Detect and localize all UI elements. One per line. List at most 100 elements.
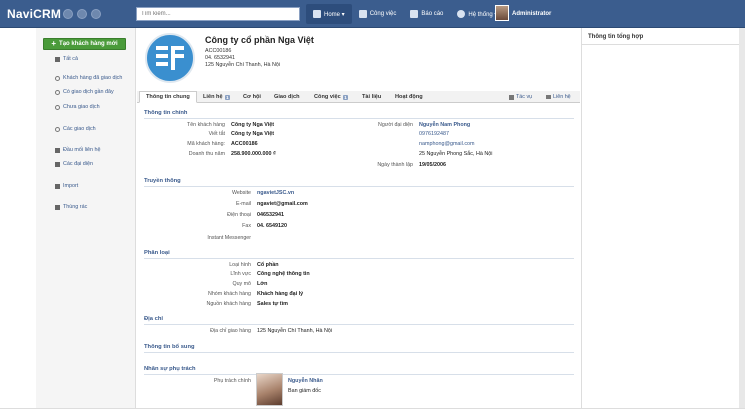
main-nav: Home ▾ Công việc Báo cáo Hệ thống ▾ [306, 4, 504, 24]
import-icon [55, 183, 60, 189]
sidebar-item-label: Import [63, 183, 79, 189]
phone-value: 046532941 [257, 212, 284, 218]
nav-tasks[interactable]: Công việc [352, 4, 404, 24]
tasks-icon [358, 10, 367, 18]
tab-contacts[interactable]: Liên hệ 1 [197, 91, 236, 103]
sidebar-item-no-transaction[interactable]: Chưa giao dịch [55, 104, 100, 110]
sidebar-item-contacts[interactable]: Đầu mối liên hệ [55, 147, 100, 153]
new-customer-button[interactable]: + Tạo khách hàng mới [43, 38, 126, 50]
tab-opportunities[interactable]: Cơ hội [237, 91, 267, 103]
field-label: Quy mô [232, 281, 251, 287]
field-value: Công nghệ thông tin [257, 271, 310, 277]
section-address-title: Địa chỉ [144, 316, 164, 322]
field-value: 258.900.000.000 ₫ [231, 151, 276, 157]
nav-home[interactable]: Home ▾ [306, 4, 352, 24]
tab-label: Hoạt động [395, 94, 423, 100]
user-name[interactable]: Administrator [512, 11, 551, 17]
sidebar-item-trash[interactable]: Thùng rác [55, 204, 87, 210]
representative-phone[interactable]: 0976192487 [419, 131, 449, 137]
website-link[interactable]: ngavietJSC.vn [257, 190, 294, 196]
sidebar-item-transactions[interactable]: Các giao dịch [55, 126, 96, 132]
sidebar-item-representatives[interactable]: Các đại diện [55, 161, 93, 167]
search-input[interactable] [136, 7, 300, 21]
company-phone: 04. 6532941 [205, 55, 235, 61]
tab-documents[interactable]: Tài liệu [356, 91, 387, 103]
sidebar-item-label: Thùng rác [63, 204, 88, 210]
tasks-action[interactable]: Tác vụ [509, 94, 532, 100]
footer [0, 408, 745, 419]
tab-label: Liên hệ [203, 94, 223, 100]
section-divider [144, 324, 574, 325]
sidebar-item-transacted[interactable]: Khách hàng đã giao dịch [55, 75, 122, 81]
nav-reports[interactable]: Báo cáo [403, 4, 450, 24]
circle-icon [55, 104, 60, 110]
field-label: Website [231, 190, 251, 196]
tab-label: Cơ hội [243, 94, 261, 100]
company-code: ACC00186 [205, 48, 232, 54]
summary-divider [582, 44, 740, 45]
field-label: Tên khách hàng [187, 122, 225, 128]
representative-email[interactable]: namphong@gmail.com [419, 141, 475, 147]
clock-icon[interactable] [77, 9, 87, 19]
tab-badge: 1 [224, 94, 231, 100]
app-logo[interactable]: NaviCRM [7, 7, 61, 21]
report-icon [410, 10, 419, 18]
field-label: Fax [242, 223, 251, 229]
list-icon [55, 56, 60, 62]
sidebar-item-all[interactable]: Tất cả [55, 56, 78, 62]
tab-transactions[interactable]: Giao dịch [268, 91, 306, 103]
field-value: Khách hàng đại lý [257, 291, 304, 297]
field-value: Cổ phần [257, 262, 279, 268]
top-navbar: NaviCRM Home ▾ Công việc Báo cáo Hệ thốn… [0, 0, 745, 28]
tab-label: Tài liệu [362, 94, 382, 100]
section-main-info-title: Thông tin chính [144, 110, 188, 116]
sidebar-item-import[interactable]: Import [55, 183, 78, 189]
company-logo-mark [156, 46, 184, 70]
field-label: Phụ trách chính [213, 378, 251, 384]
vertical-scrollbar[interactable] [739, 28, 745, 408]
section-extra-title: Thông tin bổ sung [144, 344, 195, 350]
dollar-icon [55, 126, 60, 132]
staff-photo [256, 373, 283, 406]
section-classification-title: Phân loại [144, 250, 170, 256]
detail-tabs: Thông tin chung Liên hệ 1 Cơ hội Giao dịc… [137, 91, 580, 103]
tab-general[interactable]: Thông tin chung [139, 91, 197, 103]
trash-icon [55, 204, 60, 210]
field-value: Công ty Nga Việt [231, 122, 275, 128]
nav-tasks-label: Công việc [369, 11, 397, 17]
tab-tasks[interactable]: Công việc 1 [308, 91, 354, 103]
staff-name[interactable]: Nguyễn Nhân [288, 378, 323, 384]
section-divider [144, 186, 574, 187]
contact-action-label: Liên hệ [553, 94, 571, 100]
staff-role: Ban giám đốc [288, 388, 321, 394]
contact-action[interactable]: Liên hệ [546, 94, 571, 100]
section-divider [144, 374, 574, 375]
user-avatar[interactable] [495, 5, 509, 21]
field-label: Địa chỉ giao hàng [210, 328, 251, 334]
check-circle-icon [55, 75, 60, 81]
section-divider [144, 118, 574, 119]
tab-activities[interactable]: Hoạt động [389, 91, 429, 103]
tab-label: Công việc [314, 94, 341, 100]
summary-panel-title: Thông tin tổng hợp [588, 34, 644, 40]
notification-icon[interactable] [91, 9, 101, 19]
founded-value: 19/05/2006 [419, 162, 446, 168]
section-media-title: Truyền thông [144, 178, 181, 184]
field-label: E-mail [235, 201, 251, 207]
tab-badge: 1 [342, 94, 349, 100]
home-icon [313, 10, 321, 18]
tab-label: Giao dịch [274, 94, 300, 100]
field-label: Điện thoại [227, 212, 251, 218]
field-label: Nhóm khách hàng [208, 291, 251, 297]
contact-card-icon [55, 147, 60, 153]
globe-icon[interactable] [63, 9, 73, 19]
gear-icon [457, 10, 466, 18]
quick-icons [63, 9, 101, 19]
representative-name[interactable]: Nguyễn Nam Phong [419, 122, 470, 128]
nav-reports-label: Báo cáo [421, 11, 444, 17]
customer-detail: Công ty cổ phần Nga Việt ACC00186 04. 65… [137, 28, 580, 408]
email-value: ngaviet@gmail.com [257, 201, 308, 207]
sidebar-item-label: Có giao dịch gần đây [63, 89, 114, 95]
sidebar-item-recent[interactable]: Có giao dịch gần đây [55, 89, 114, 95]
field-label: Viết tắt [208, 131, 225, 137]
